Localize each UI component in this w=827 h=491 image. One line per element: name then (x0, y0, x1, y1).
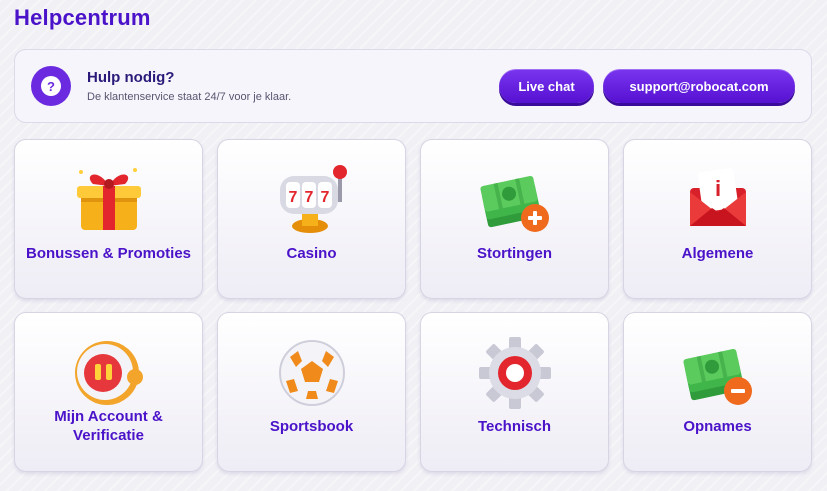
help-banner: ? Hulp nodig? De klantenservice staat 24… (14, 49, 812, 123)
question-glyph: ? (41, 76, 61, 96)
category-card-account[interactable]: Mijn Account & Verificatie (14, 312, 203, 472)
category-card-casino[interactable]: 7 7 7 Casino (217, 139, 406, 299)
page-title: Helpcentrum (14, 5, 151, 30)
category-label: Casino (286, 244, 337, 262)
category-label: Algemene (681, 244, 754, 262)
support-email-button[interactable]: support@robocat.com (603, 69, 795, 103)
help-subtitle: De klantenservice staat 24/7 voor je kla… (87, 91, 292, 103)
category-label: Opnames (683, 417, 752, 435)
live-chat-button[interactable]: Live chat (499, 69, 594, 103)
category-card-stortingen[interactable]: Stortingen (420, 139, 609, 299)
help-actions: Live chat support@robocat.com (499, 69, 795, 103)
question-icon: ? (31, 66, 71, 106)
cash-minus-icon (678, 335, 758, 409)
category-grid: Bonussen & Promoties 7 7 7 Casino Storti… (14, 139, 812, 472)
category-card-algemene[interactable]: i Algemene (623, 139, 812, 299)
svg-text:7: 7 (288, 189, 297, 206)
category-label: Technisch (477, 417, 552, 435)
help-text: Hulp nodig? De klantenservice staat 24/7… (87, 69, 291, 103)
slot-machine-icon: 7 7 7 (272, 162, 352, 236)
category-label: Bonussen & Promoties (25, 244, 192, 262)
svg-text:i: i (714, 176, 720, 201)
category-card-bonussen[interactable]: Bonussen & Promoties (14, 139, 203, 299)
category-card-sportsbook[interactable]: Sportsbook (217, 312, 406, 472)
category-label: Mijn Account & Verificatie (54, 408, 163, 444)
category-card-technisch[interactable]: Technisch (420, 312, 609, 472)
cash-plus-icon (475, 162, 555, 236)
gift-icon (69, 162, 149, 236)
svg-text:7: 7 (304, 189, 313, 206)
soccer-ball-icon (272, 335, 352, 409)
svg-text:7: 7 (320, 189, 329, 206)
category-label: Sportsbook (269, 417, 354, 435)
category-label: Stortingen (477, 244, 552, 262)
gear-icon (475, 335, 555, 409)
category-card-opnames[interactable]: Opnames (623, 312, 812, 472)
help-title: Hulp nodig? (87, 69, 175, 86)
info-envelope-icon: i (678, 162, 758, 236)
robot-avatar-icon (69, 335, 149, 409)
